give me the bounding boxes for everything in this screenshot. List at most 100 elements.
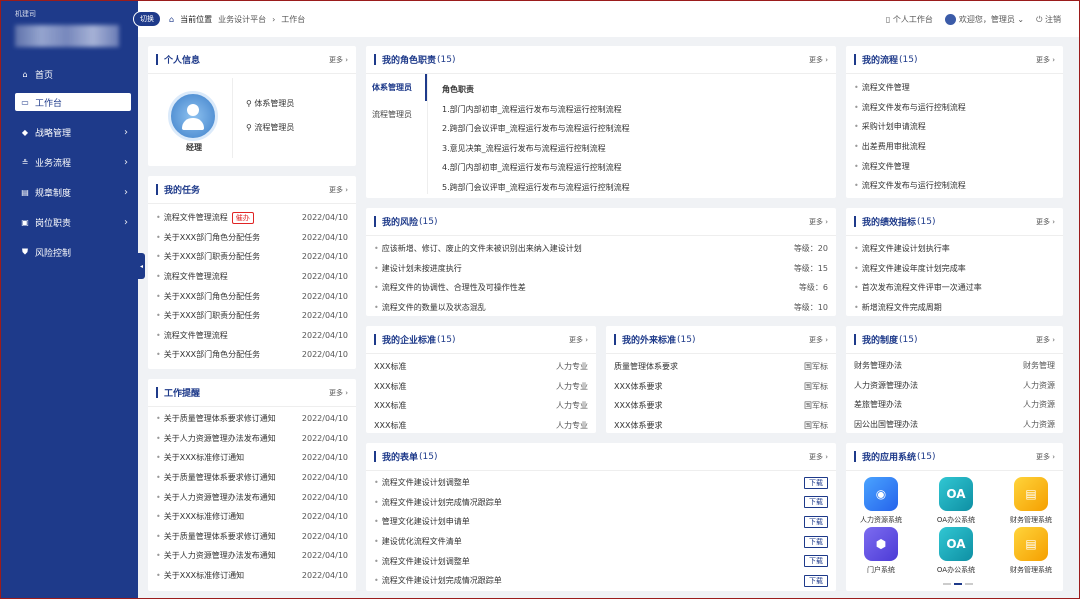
more-link[interactable]: 更多 › [1036,335,1055,345]
download-button[interactable]: 下载 [804,496,828,509]
tab-process-admin[interactable]: 流程管理员 [366,101,427,128]
more-link[interactable]: 更多 › [809,55,828,65]
carousel-dots[interactable] [943,583,973,585]
list-item[interactable]: XXX标准 人力专业 [366,416,596,436]
list-item[interactable]: XXX标准 人力专业 [366,377,596,397]
list-item[interactable]: XXX标准 人力专业 [366,357,596,377]
app-finance[interactable]: ▤ 财务管理系统 [1001,477,1061,525]
more-link[interactable]: 更多 › [809,335,828,345]
sidebar-collapse-handle[interactable]: ◂ [138,253,145,279]
breadcrumb-item[interactable]: 工作台 [281,14,305,25]
chevron-right-icon: › [124,156,128,168]
list-item[interactable]: • 新增流程文件完成周期 [846,298,1063,318]
switch-button[interactable]: 切换 [133,11,161,27]
more-link[interactable]: 更多 › [329,388,348,398]
tab-system-admin[interactable]: 体系管理员 [366,74,427,101]
list-item[interactable]: • 关于人力资源管理办法发布通知 2022/04/10 [148,546,356,566]
app-portal[interactable]: ⬢ 门户系统 [851,527,911,575]
list-item[interactable]: • 流程文件的协调性、合理性及可操作性差 等级：6 [366,278,836,298]
download-button[interactable]: 下载 [804,574,828,587]
list-item[interactable]: 1.部门内部初审_流程运行发布与流程运行控制流程 [442,100,630,120]
more-link[interactable]: 更多 › [329,185,348,195]
list-item[interactable]: • 建设计划未按进度执行 等级：15 [366,259,836,279]
download-button[interactable]: 下载 [804,555,828,568]
list-item[interactable]: • 流程文件建设年度计划完成率 [846,259,1063,279]
list-item[interactable]: • 流程文件的数量以及状态混乱 等级：10 [366,298,836,318]
list-item[interactable]: • 流程文件建设计划完成情况跟踪单 下载 [366,571,836,591]
sidebar-item-post[interactable]: ▣ 岗位职责 › [1,207,138,237]
more-link[interactable]: 更多 › [329,55,348,65]
list-item[interactable]: XXX体系要求 国军标 [606,416,836,436]
list-item[interactable]: • 管理文化建设计划申请单 下载 [366,512,836,532]
app-finance[interactable]: ▤ 财务管理系统 [1001,527,1061,575]
list-item[interactable]: • 流程文件管理流程 2022/04/10 [148,326,356,346]
list-item[interactable]: 质量管理体系要求 国军标 [606,357,836,377]
more-link[interactable]: 更多 › [1036,55,1055,65]
list-item[interactable]: 5.跨部门会议评审_流程运行发布与流程运行控制流程 [442,178,630,198]
list-item[interactable]: • 流程文件建设计划调整单 下载 [366,473,836,493]
list-item[interactable]: XXX标准 人力专业 [366,396,596,416]
list-item[interactable]: 人力资源管理办法 人力资源 [846,376,1063,396]
user-menu[interactable]: 欢迎您，管理员 ⌄ [944,13,1024,25]
list-item[interactable]: • 关于XXX部门角色分配任务 2022/04/10 [148,345,356,365]
list-item[interactable]: 差旅管理办法 人力资源 [846,395,1063,415]
list-item[interactable]: XXX体系要求 国军标 [606,377,836,397]
list-item[interactable]: • 首次发布流程文件评审一次通过率 [846,278,1063,298]
list-item[interactable]: 4.部门内部初审_流程运行发布与流程运行控制流程 [442,158,630,178]
list-item[interactable]: • 关于XXX部门角色分配任务 2022/04/10 [148,228,356,248]
list-item[interactable]: 因公出国管理办法 人力资源 [846,415,1063,435]
list-item[interactable]: • 关于XXX标准修订通知 2022/04/10 [148,507,356,527]
sidebar-item-risk[interactable]: ⛊ 风险控制 [1,237,138,267]
list-item[interactable]: 3.意见决策_流程运行发布与流程运行控制流程 [442,139,630,159]
list-item[interactable]: • 应该新增、修订、废止的文件未被识别出来纳入建设计划 等级：20 [366,239,836,259]
list-item[interactable]: • 关于人力资源管理办法发布通知 2022/04/10 [148,487,356,507]
more-link[interactable]: 更多 › [1036,452,1055,462]
list-item[interactable]: • 流程文件管理 [846,78,1063,98]
list-item[interactable]: • 关于XXX标准修订通知 2022/04/10 [148,448,356,468]
sidebar-item-workbench[interactable]: ▭ 工作台 [15,93,131,111]
breadcrumb-item[interactable]: 业务设计平台 [218,14,266,25]
finance-icon: ▤ [1014,477,1048,511]
app-oa[interactable]: OA OA办公系统 [926,527,986,575]
download-button[interactable]: 下载 [804,515,828,528]
more-link[interactable]: 更多 › [809,217,828,227]
sidebar-item-rules[interactable]: ▤ 规章制度 › [1,177,138,207]
list-item[interactable]: • 出差费用审批流程 [846,137,1063,157]
more-link[interactable]: 更多 › [569,335,588,345]
list-item[interactable]: • 流程文件建设计划执行率 [846,239,1063,259]
list-item[interactable]: • 流程文件建设计划调整单 下载 [366,551,836,571]
list-item[interactable]: • 关于XXX标准修订通知 2022/04/10 [148,566,356,586]
logout-button[interactable]: ⏻ 注销 [1036,14,1061,25]
finance-icon: ▤ [1014,527,1048,561]
list-item[interactable]: XXX体系要求 国军标 [606,396,836,416]
more-link[interactable]: 更多 › [1036,217,1055,227]
avatar [168,91,218,141]
list-item[interactable]: • 关于质量管理体系要求修订通知 2022/04/10 [148,409,356,429]
urge-badge[interactable]: 催办 [231,211,254,224]
list-item[interactable]: • 采购计划申请流程 [846,117,1063,137]
list-item[interactable]: • 关于质量管理体系要求修订通知 2022/04/10 [148,468,356,488]
personal-workbench-link[interactable]: ▯ 个人工作台 [886,14,933,25]
list-item[interactable]: • 关于XXX部门职责分配任务 2022/04/10 [148,306,356,326]
list-item[interactable]: • 流程文件管理 [846,156,1063,176]
list-item[interactable]: 2.跨部门会议评审_流程运行发布与流程运行控制流程 [442,119,630,139]
list-item[interactable]: • 建设优化流程文件清单 下载 [366,532,836,552]
list-item[interactable]: • 流程文件管理流程 催办 2022/04/10 [148,208,356,228]
list-item[interactable]: • 流程文件管理流程 2022/04/10 [148,267,356,287]
list-item[interactable]: • 流程文件建设计划完成情况跟踪单 下载 [366,493,836,513]
list-item[interactable]: • 关于XXX部门职责分配任务 2022/04/10 [148,247,356,267]
list-item[interactable]: • 关于质量管理体系要求修订通知 2022/04/10 [148,527,356,547]
download-button[interactable]: 下载 [804,535,828,548]
sidebar-item-strategy[interactable]: ◆ 战略管理 › [1,117,138,147]
list-item[interactable]: • 流程文件发布与运行控制流程 [846,176,1063,196]
more-link[interactable]: 更多 › [809,452,828,462]
sidebar-item-process[interactable]: ≗ 业务流程 › [1,147,138,177]
app-oa[interactable]: OA OA办公系统 [926,477,986,525]
list-item[interactable]: • 关于XXX部门角色分配任务 2022/04/10 [148,286,356,306]
download-button[interactable]: 下载 [804,476,828,489]
list-item[interactable]: • 关于人力资源管理办法发布通知 2022/04/10 [148,429,356,449]
list-item[interactable]: • 流程文件发布与运行控制流程 [846,98,1063,118]
app-hr[interactable]: ◉ 人力资源系统 [851,477,911,525]
list-item[interactable]: 财务管理办法 财务管理 [846,356,1063,376]
sidebar-item-home[interactable]: ⌂ 首页 [1,59,138,89]
